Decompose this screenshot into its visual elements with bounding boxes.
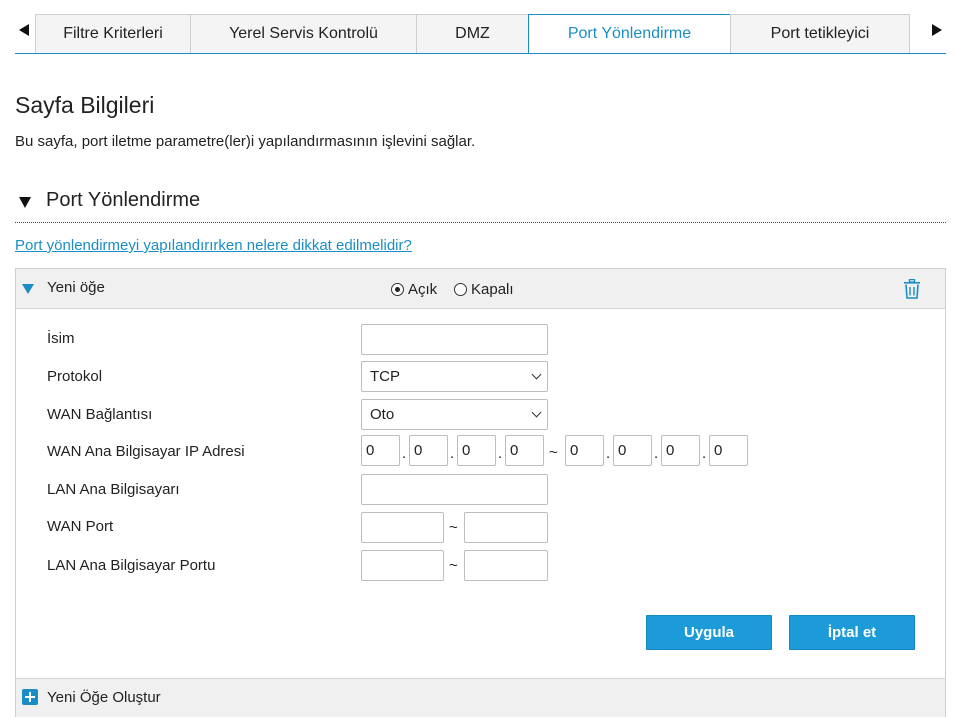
scroll-left-icon[interactable] bbox=[19, 24, 29, 36]
page-title: Sayfa Bilgileri bbox=[15, 92, 155, 118]
scroll-right-icon[interactable] bbox=[932, 24, 942, 36]
name-label: İsim bbox=[47, 330, 75, 347]
protocol-value: TCP bbox=[370, 368, 400, 385]
chevron-down-icon bbox=[531, 369, 542, 380]
tab-local-service-control[interactable]: Yerel Servis Kontrolü bbox=[190, 14, 417, 53]
wan-ip-start-octet-3[interactable]: 0 bbox=[457, 435, 496, 466]
wan-connection-select[interactable]: Oto bbox=[361, 399, 548, 430]
apply-button[interactable]: Uygula bbox=[646, 615, 772, 650]
wan-ip-end-octet-3[interactable]: 0 bbox=[661, 435, 700, 466]
wan-port-label: WAN Port bbox=[47, 518, 114, 535]
lan-port-label: LAN Ana Bilgisayar Portu bbox=[47, 557, 216, 574]
create-new-item-label: Yeni Öğe Oluştur bbox=[47, 689, 161, 706]
radio-on[interactable] bbox=[391, 283, 404, 296]
wan-connection-value: Oto bbox=[370, 406, 395, 423]
protocol-select[interactable]: TCP bbox=[361, 361, 548, 392]
wan-ip-start-octet-4[interactable]: 0 bbox=[505, 435, 544, 466]
range-separator: ~ bbox=[549, 444, 558, 461]
collapse-triangle-icon[interactable] bbox=[19, 197, 31, 208]
wan-ip-end-octet-2[interactable]: 0 bbox=[613, 435, 652, 466]
expand-triangle-icon[interactable] bbox=[22, 284, 34, 294]
section-title: Port Yönlendirme bbox=[46, 189, 201, 211]
chevron-down-icon bbox=[531, 407, 542, 418]
wan-port-start-input[interactable] bbox=[361, 512, 444, 543]
ip-dot: . bbox=[654, 445, 659, 462]
lan-port-end-input[interactable] bbox=[464, 550, 548, 581]
ip-dot: . bbox=[498, 445, 503, 462]
create-new-item-button[interactable]: Yeni Öğe Oluştur bbox=[16, 678, 945, 717]
cancel-button[interactable]: İptal et bbox=[789, 615, 915, 650]
tab-baseline bbox=[15, 53, 946, 54]
section-header[interactable]: Port Yönlendirme bbox=[15, 186, 946, 223]
help-link[interactable]: Port yönlendirmeyi yapılandırırken neler… bbox=[15, 237, 412, 254]
rule-panel: Yeni öğe Açık Kapalı İsim Protokol TCP W… bbox=[15, 268, 946, 717]
ip-dot: . bbox=[606, 445, 611, 462]
page-description: Bu sayfa, port iletme parametre(ler)i ya… bbox=[15, 133, 476, 150]
wan-ip-end-octet-4[interactable]: 0 bbox=[709, 435, 748, 466]
range-separator: ~ bbox=[449, 557, 458, 574]
plus-icon bbox=[22, 689, 38, 705]
name-input[interactable] bbox=[361, 324, 548, 355]
radio-on-option[interactable]: Açık bbox=[391, 281, 437, 298]
lan-port-start-input[interactable] bbox=[361, 550, 444, 581]
tab-port-forwarding[interactable]: Port Yönlendirme bbox=[528, 14, 731, 54]
wan-ip-end-octet-1[interactable]: 0 bbox=[565, 435, 604, 466]
wan-ip-start-octet-1[interactable]: 0 bbox=[361, 435, 400, 466]
wan-connection-label: WAN Bağlantısı bbox=[47, 406, 153, 423]
trash-icon[interactable] bbox=[903, 279, 921, 299]
tab-port-trigger[interactable]: Port tetikleyici bbox=[730, 14, 910, 53]
range-separator: ~ bbox=[449, 519, 458, 536]
lan-host-label: LAN Ana Bilgisayarı bbox=[47, 481, 180, 498]
item-title: Yeni öğe bbox=[47, 279, 105, 296]
tab-dmz[interactable]: DMZ bbox=[416, 14, 529, 53]
tab-filter-criteria[interactable]: Filtre Kriterleri bbox=[35, 14, 191, 53]
protocol-label: Protokol bbox=[47, 368, 103, 385]
tab-bar: Filtre Kriterleri Yerel Servis Kontrolü … bbox=[0, 0, 957, 54]
radio-off[interactable] bbox=[454, 283, 467, 296]
radio-off-label: Kapalı bbox=[471, 281, 514, 298]
wan-ip-start-octet-2[interactable]: 0 bbox=[409, 435, 448, 466]
radio-on-label: Açık bbox=[408, 281, 438, 298]
ip-dot: . bbox=[702, 445, 707, 462]
wan-ip-label: WAN Ana Bilgisayar IP Adresi bbox=[47, 443, 245, 460]
radio-off-option[interactable]: Kapalı bbox=[454, 281, 514, 298]
wan-port-end-input[interactable] bbox=[464, 512, 548, 543]
ip-dot: . bbox=[402, 445, 407, 462]
ip-dot: . bbox=[450, 445, 455, 462]
lan-host-input[interactable] bbox=[361, 474, 548, 505]
item-header: Yeni öğe Açık Kapalı bbox=[16, 269, 945, 309]
